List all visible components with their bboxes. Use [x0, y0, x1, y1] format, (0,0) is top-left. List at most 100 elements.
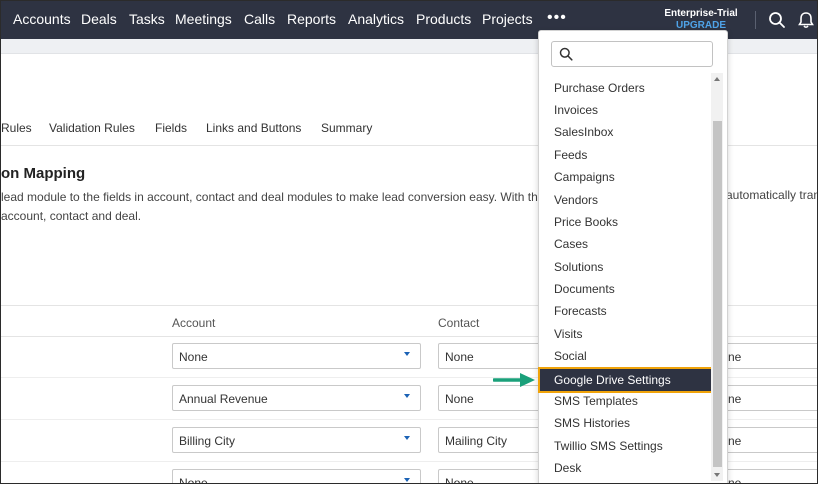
module-item-label: Social	[554, 349, 587, 363]
module-item-label: SMS Histories	[554, 416, 631, 430]
nav-divider	[755, 11, 756, 29]
nav-accounts[interactable]: Accounts	[13, 11, 71, 27]
tab-validation-rules[interactable]: Validation Rules	[49, 121, 135, 135]
module-item-label: Cases	[554, 237, 589, 251]
contact-field-select[interactable]: None	[438, 343, 548, 369]
nav-deals[interactable]: Deals	[81, 11, 117, 27]
select-value: Mailing City	[445, 434, 508, 448]
module-item-documents[interactable]: Documents	[539, 278, 711, 300]
plan-label: Enterprise-Trial	[664, 8, 738, 19]
deal-field-select[interactable]: ne	[713, 385, 817, 411]
account-field-select[interactable]: None	[172, 469, 421, 484]
module-item-sms-templates[interactable]: SMS Templates	[539, 390, 711, 412]
more-modules-dropdown[interactable]: Purchase Orders Invoices SalesInbox Feed…	[538, 30, 728, 483]
module-item-purchase-orders[interactable]: Purchase Orders	[539, 77, 711, 99]
module-item-feeds[interactable]: Feeds	[539, 144, 711, 166]
select-value: None	[445, 476, 474, 484]
chevron-down-icon	[404, 394, 410, 398]
description-line-2: account, contact and deal.	[1, 209, 142, 223]
module-item-label: SMS Templates	[554, 394, 638, 408]
module-item-salesinbox[interactable]: SalesInbox	[539, 121, 711, 143]
plan-badge[interactable]: Enterprise-Trial UPGRADE	[663, 8, 739, 32]
module-item-invoices[interactable]: Invoices	[539, 99, 711, 121]
module-item-label: Visits	[554, 327, 583, 341]
module-item-vendors[interactable]: Vendors	[539, 189, 711, 211]
module-item-solutions[interactable]: Solutions	[539, 256, 711, 278]
module-item-price-books[interactable]: Price Books	[539, 211, 711, 233]
description-line-1-tail: automatically trans	[726, 188, 818, 202]
module-item-label: Price Books	[554, 215, 619, 229]
module-item-label: Twillio SMS Settings	[554, 439, 663, 453]
search-icon[interactable]	[768, 11, 786, 34]
module-item-desk[interactable]: Desk	[539, 457, 711, 479]
chevron-down-icon	[404, 478, 410, 482]
account-field-select[interactable]: None	[172, 343, 421, 369]
bell-icon[interactable]	[798, 11, 814, 34]
select-value: None	[445, 350, 474, 364]
description-line-1: lead module to the fields in account, co…	[1, 190, 552, 204]
scroll-up-icon[interactable]	[714, 77, 720, 81]
column-account: Account	[172, 316, 216, 330]
select-value: ne	[728, 392, 742, 406]
module-item-label: Documents	[554, 282, 615, 296]
nav-calls[interactable]: Calls	[244, 11, 275, 27]
more-icon[interactable]: •••	[547, 9, 567, 27]
module-item-twillio-sms-settings[interactable]: Twillio SMS Settings	[539, 435, 711, 457]
chevron-down-icon	[404, 352, 410, 356]
module-item-sms-histories[interactable]: SMS Histories	[539, 412, 711, 434]
search-icon	[559, 47, 573, 66]
section-description: lead module to the fields in account, co…	[1, 188, 552, 226]
account-field-select[interactable]: Annual Revenue	[172, 385, 421, 411]
deal-field-select[interactable]: ne	[713, 469, 817, 484]
module-search-box[interactable]	[551, 41, 713, 67]
nav-reports[interactable]: Reports	[287, 11, 336, 27]
module-item-label: Solutions	[554, 260, 604, 274]
select-value: None	[445, 392, 474, 406]
module-item-label: Invoices	[554, 103, 599, 117]
contact-field-select[interactable]: None	[438, 469, 548, 484]
tab-summary[interactable]: Summary	[321, 121, 372, 135]
scroll-down-icon[interactable]	[714, 473, 720, 477]
module-item-campaigns[interactable]: Campaigns	[539, 166, 711, 188]
account-field-select[interactable]: Billing City	[172, 427, 421, 453]
tab-fields[interactable]: Fields	[155, 121, 187, 135]
nav-meetings[interactable]: Meetings	[175, 11, 232, 27]
crm-window: Accounts Deals Tasks Meetings Calls Repo…	[0, 0, 818, 484]
tab-links-and-buttons[interactable]: Links and Buttons	[206, 121, 301, 135]
module-item-label: Purchase Orders	[554, 81, 645, 95]
select-value: Billing City	[179, 434, 236, 448]
deal-field-select[interactable]: ne	[713, 427, 817, 453]
module-item-label: SalesInbox	[554, 125, 614, 139]
module-item-social[interactable]: Social	[539, 345, 711, 367]
nav-tasks[interactable]: Tasks	[129, 11, 165, 27]
module-item-label: Vendors	[554, 193, 599, 207]
select-value: None	[179, 350, 208, 364]
module-item-label: Campaigns	[554, 170, 615, 184]
tab-rules[interactable]: Rules	[1, 121, 32, 135]
dropdown-scrollbar[interactable]	[711, 73, 723, 481]
page-title: on Mapping	[1, 165, 86, 182]
module-item-label: Desk	[554, 461, 582, 475]
nav-analytics[interactable]: Analytics	[348, 11, 404, 27]
deal-field-select[interactable]: ne	[713, 343, 817, 369]
select-value: ne	[728, 350, 742, 364]
module-item-visits[interactable]: Visits	[539, 323, 711, 345]
module-item-google-drive-settings[interactable]: Google Drive Settings	[538, 367, 713, 393]
nav-projects[interactable]: Projects	[482, 11, 533, 27]
chevron-down-icon	[404, 436, 410, 440]
select-value: Annual Revenue	[179, 392, 268, 406]
column-contact: Contact	[438, 316, 480, 330]
module-item-label: Google Drive Settings	[554, 373, 671, 387]
module-item-label: Feeds	[554, 148, 588, 162]
pointer-arrow-icon	[492, 373, 535, 392]
select-value: ne	[728, 476, 742, 484]
contact-field-select[interactable]: Mailing City	[438, 427, 548, 453]
select-value: ne	[728, 434, 742, 448]
select-value: None	[179, 476, 208, 484]
module-search-input[interactable]	[576, 46, 710, 64]
module-item-label: Forecasts	[554, 304, 607, 318]
module-item-cases[interactable]: Cases	[539, 233, 711, 255]
nav-products[interactable]: Products	[416, 11, 471, 27]
module-item-forecasts[interactable]: Forecasts	[539, 300, 711, 322]
scrollbar-thumb[interactable]	[713, 121, 722, 467]
